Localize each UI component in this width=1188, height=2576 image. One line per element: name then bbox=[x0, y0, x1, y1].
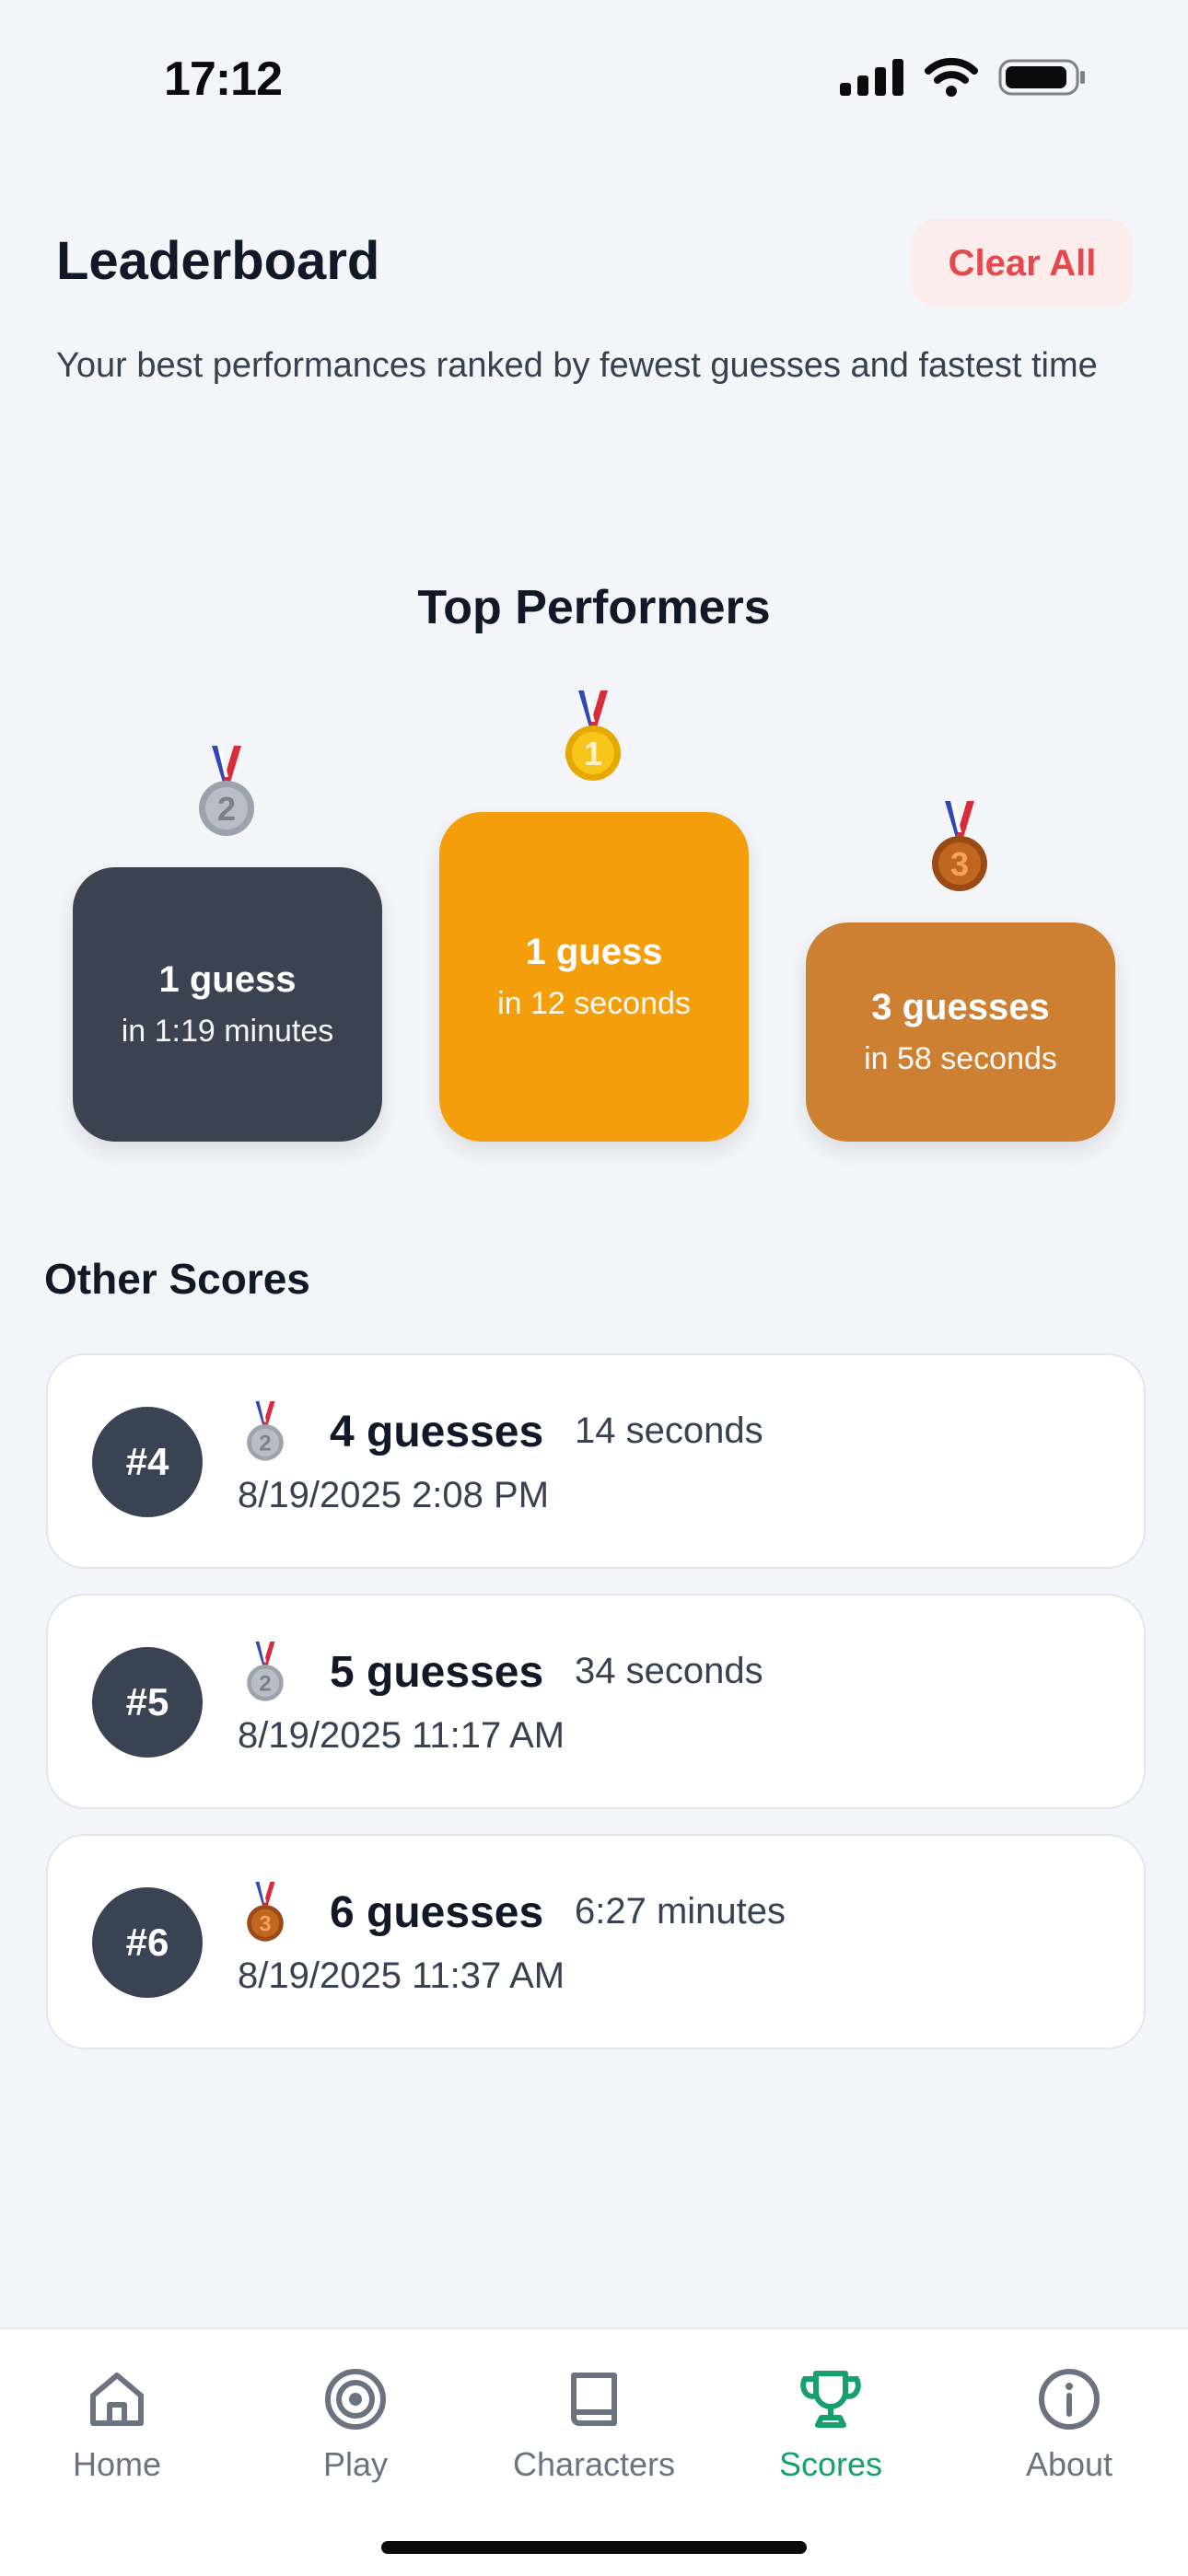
row-date: 8/19/2025 11:37 AM bbox=[238, 1955, 565, 1996]
svg-text:3: 3 bbox=[950, 845, 969, 883]
home-icon bbox=[90, 2373, 144, 2426]
rank-badge: #6 bbox=[92, 1887, 203, 1998]
tab-label: Home bbox=[72, 2445, 162, 2483]
bronze-medal-icon: 3 bbox=[243, 1882, 287, 1947]
podium-first[interactable]: 1 guess in 12 seconds bbox=[439, 812, 749, 1142]
podium-time: in 12 seconds bbox=[497, 986, 691, 1021]
row-time: 6:27 minutes bbox=[575, 1891, 786, 1932]
podium-guesses: 3 guesses bbox=[871, 987, 1050, 1027]
tab-about[interactable]: About bbox=[977, 2366, 1161, 2484]
other-scores-title: Other Scores bbox=[44, 1255, 310, 1303]
score-row[interactable]: #6 3 6 guesses 6:27 minutes 8/19/2025 11… bbox=[46, 1834, 1146, 2049]
tab-scores[interactable]: Scores bbox=[739, 2366, 923, 2484]
row-date: 8/19/2025 2:08 PM bbox=[238, 1475, 550, 1515]
row-guesses: 6 guesses bbox=[330, 1888, 544, 1937]
svg-text:3: 3 bbox=[259, 1911, 271, 1936]
podium-guesses: 1 guess bbox=[525, 932, 663, 972]
cellular-signal-icon bbox=[840, 59, 903, 96]
podium-third[interactable]: 3 guesses in 58 seconds bbox=[806, 922, 1115, 1142]
status-time: 17:12 bbox=[164, 52, 283, 106]
tab-label: Characters bbox=[512, 2445, 676, 2483]
status-icons bbox=[840, 57, 1087, 98]
info-icon bbox=[1039, 2369, 1100, 2430]
score-row[interactable]: #5 2 5 guesses 34 seconds 8/19/2025 11:1… bbox=[46, 1594, 1146, 1809]
silver-medal-icon: 2 bbox=[193, 746, 260, 838]
gold-medal-icon: 1 bbox=[560, 690, 626, 783]
podium-time: in 1:19 minutes bbox=[121, 1014, 334, 1049]
page-subtitle: Your best performances ranked by fewest … bbox=[56, 346, 1098, 385]
tab-home[interactable]: Home bbox=[25, 2366, 209, 2484]
silver-medal-icon: 2 bbox=[243, 1642, 287, 1707]
rank-badge: #5 bbox=[92, 1647, 203, 1758]
svg-text:1: 1 bbox=[584, 735, 602, 772]
svg-text:2: 2 bbox=[259, 1671, 271, 1696]
trophy-icon bbox=[800, 2371, 861, 2428]
score-row[interactable]: #4 2 4 guesses 14 seconds 8/19/2025 2:08… bbox=[46, 1353, 1146, 1569]
podium-second[interactable]: 1 guess in 1:19 minutes bbox=[73, 867, 382, 1142]
podium-time: in 58 seconds bbox=[864, 1041, 1057, 1076]
row-date: 8/19/2025 11:17 AM bbox=[238, 1715, 565, 1756]
tab-label: Scores bbox=[778, 2445, 883, 2483]
silver-medal-icon: 2 bbox=[243, 1401, 287, 1467]
wifi-icon bbox=[925, 58, 978, 97]
podium-guesses: 1 guess bbox=[158, 959, 297, 1000]
top-performers-title: Top Performers bbox=[417, 581, 771, 634]
tab-label: Play bbox=[322, 2445, 389, 2483]
home-indicator bbox=[381, 2541, 807, 2554]
clear-all-button[interactable]: Clear All bbox=[912, 219, 1133, 307]
battery-icon bbox=[998, 59, 1085, 96]
row-guesses: 4 guesses bbox=[330, 1408, 544, 1456]
bronze-medal-icon: 3 bbox=[926, 801, 993, 893]
tab-label: About bbox=[1025, 2445, 1113, 2483]
target-icon bbox=[325, 2369, 386, 2430]
page-title: Leaderboard bbox=[56, 231, 380, 291]
rank-badge: #4 bbox=[92, 1407, 203, 1517]
book-icon bbox=[571, 2373, 617, 2426]
tab-characters[interactable]: Characters bbox=[502, 2366, 686, 2484]
svg-text:2: 2 bbox=[217, 790, 236, 828]
row-guesses: 5 guesses bbox=[330, 1648, 544, 1697]
tab-play[interactable]: Play bbox=[263, 2366, 448, 2484]
row-time: 14 seconds bbox=[575, 1410, 763, 1451]
row-time: 34 seconds bbox=[575, 1651, 763, 1691]
svg-text:2: 2 bbox=[259, 1431, 271, 1456]
